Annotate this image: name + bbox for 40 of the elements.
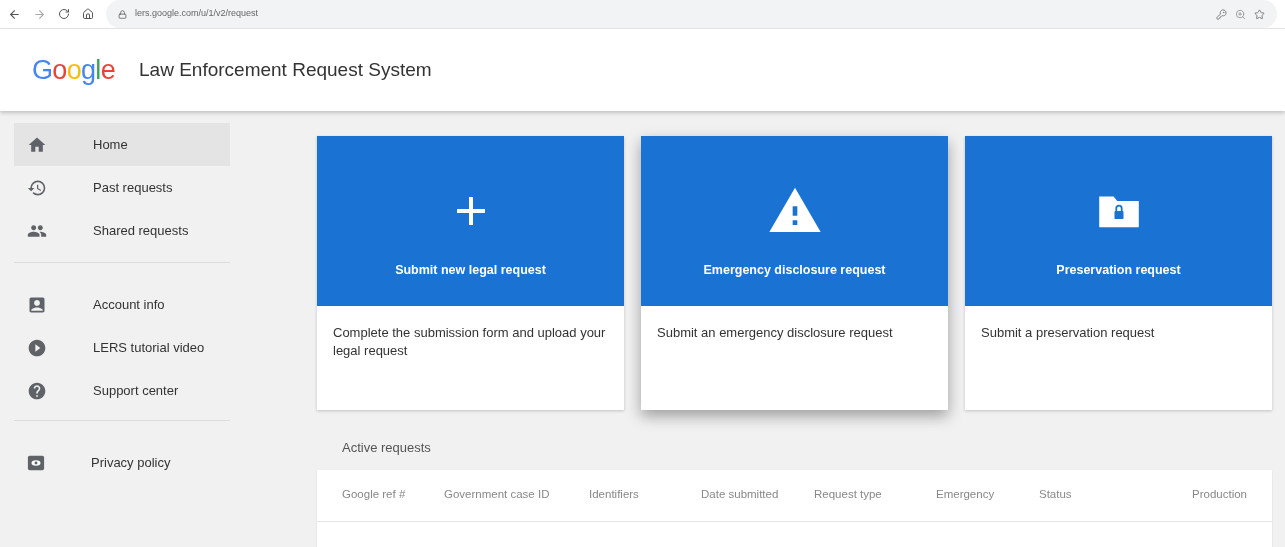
card-description: Submit a preservation request: [980, 324, 1156, 342]
section-title: Active requests: [342, 439, 431, 457]
reload-icon[interactable]: [58, 8, 70, 20]
column-header[interactable]: Identifiers: [589, 486, 701, 504]
column-header[interactable]: Status: [1039, 486, 1192, 504]
key-icon[interactable]: [1216, 8, 1227, 20]
eye-icon: [27, 453, 45, 472]
help-icon: [27, 380, 47, 401]
column-header[interactable]: Government case ID: [444, 486, 589, 504]
play-icon: [27, 337, 47, 358]
card-title: Submit new legal request: [395, 262, 546, 279]
home-icon[interactable]: [82, 8, 94, 20]
forward-icon[interactable]: [33, 7, 46, 21]
address-bar[interactable]: lers.google.com/u/1/v2/request: [106, 0, 1277, 28]
card-title: Preservation request: [1056, 262, 1181, 279]
app-title: Law Enforcement Request System: [139, 57, 432, 82]
column-header[interactable]: Request type: [814, 486, 936, 504]
request-card[interactable]: Emergency disclosure request Submit an emergency disclosure request: [641, 136, 948, 410]
sidebar-item[interactable]: Past requests: [14, 166, 230, 209]
sidebar-item[interactable]: Account info: [14, 283, 230, 326]
column-header[interactable]: Production: [1192, 486, 1247, 504]
url-text: lers.google.com/u/1/v2/request: [135, 7, 259, 21]
column-header[interactable]: Google ref #: [342, 486, 444, 504]
sidebar-item[interactable]: Privacy policy: [14, 441, 230, 484]
lock-icon: [118, 9, 127, 19]
request-card[interactable]: Preservation request Submit a preservation request: [965, 136, 1272, 410]
zoom-icon[interactable]: [1235, 8, 1246, 20]
star-icon[interactable]: [1254, 8, 1265, 20]
sidebar-item[interactable]: Support center: [14, 369, 230, 412]
sidebar-item[interactable]: LERS tutorial video: [14, 326, 230, 369]
card-description: Submit an emergency disclosure request: [656, 324, 894, 342]
column-header[interactable]: Date submitted: [701, 486, 814, 504]
request-card[interactable]: Submit new legal request Complete the submission form and upload your legal request: [317, 136, 624, 410]
card-title: Emergency disclosure request: [703, 262, 886, 279]
google-logo: Google: [32, 53, 116, 87]
back-icon[interactable]: [8, 7, 21, 21]
sidebar-item[interactable]: Shared requests: [14, 209, 230, 252]
sidebar-item[interactable]: Home: [14, 123, 230, 166]
card-description: Complete the submission form and upload your legal request: [332, 324, 607, 360]
column-header[interactable]: Emergency: [936, 486, 1039, 504]
